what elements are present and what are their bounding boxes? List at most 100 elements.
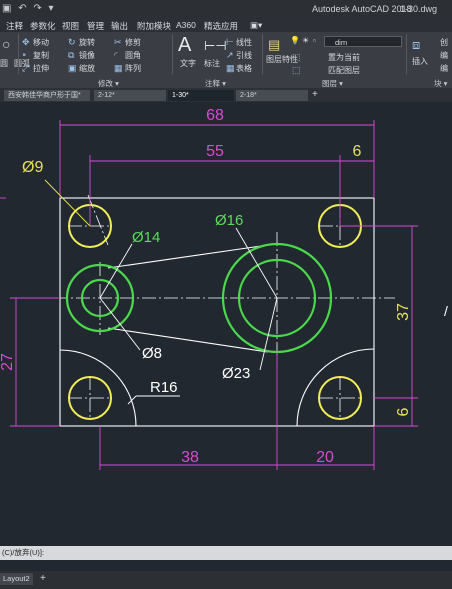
file-tab[interactable]: 2-12* [94,90,166,101]
leader-phi16 [235,227,278,299]
dim-text-37: 37 [395,303,412,321]
dim-text-6-top: 6 [353,143,362,160]
file-tab[interactable]: 2-18* [236,90,308,101]
add-layout-button[interactable]: + [40,573,46,584]
layout-tab-label: Layout2 [3,574,30,583]
move-button[interactable]: 移动 [33,37,49,48]
dim-text-6-right: 6 [395,407,412,416]
dim-text-20: 20 [316,449,334,466]
divider [172,34,173,74]
table-icon[interactable]: ▦ [226,63,235,74]
linear-icon[interactable]: ⊢ [226,37,234,48]
insert-block-label[interactable]: 插入 [412,56,428,67]
lightbulb-icon[interactable]: 💡 [290,36,300,45]
stretch-button[interactable]: 拉伸 [33,63,49,74]
ribbon-tabs: 注释 参数化 视图 管理 输出 附加模块 A360 精选应用 ▣▾ [0,18,452,32]
menu-item-parametric[interactable]: 参数化 [30,20,56,32]
leader-r16-tail [127,395,137,405]
leader-icon[interactable]: ↗ [226,50,234,61]
file-tab-label: 2-12* [98,92,115,99]
linear-button[interactable]: 线性 [236,37,252,48]
copy-button[interactable]: 复制 [33,50,49,61]
layer-dropdown[interactable]: dim [324,36,402,47]
file-tabs-bar: 西安韩佳华商户形于国* 2-12* 1-30* 2-18* + [0,88,452,102]
create-block-button[interactable]: 创 [440,37,448,48]
menu-item-a360[interactable]: A360 [176,20,196,30]
file-tab-label: 西安韩佳华商户形于国* [8,92,81,99]
text-tool-icon[interactable]: A [178,34,191,57]
sun-icon[interactable]: ☀ [302,36,309,45]
trim-icon[interactable]: ✂ [114,37,122,48]
trim-button[interactable]: 修剪 [125,37,141,48]
label-phi16: Ø16 [215,212,243,229]
leader-phi8 [99,297,141,351]
menu-item-featured-apps[interactable]: 精选应用 [204,20,238,32]
dim-text-38: 38 [181,449,199,466]
circle-tool-icon[interactable]: ○ [2,36,10,52]
divider [406,34,407,74]
layout-tabs-bar: Layout2 + [0,571,452,589]
dimension-tool-icon[interactable]: ⊢⊣ [204,38,227,54]
menu-item-annotate[interactable]: 注释 [6,20,23,32]
text-tool-label[interactable]: 文字 [180,58,196,69]
edit-block-button[interactable]: 编 [440,50,448,61]
table-button[interactable]: 表格 [236,63,252,74]
dimension-lines [0,120,418,470]
dim-text-68: 68 [206,107,224,124]
copy-icon[interactable]: ⁍ [22,50,27,61]
drawing-canvas[interactable]: 68 55 6 37 6 27 38 20 Ø9 Ø14 Ø16 Ø8 Ø23 … [0,102,452,540]
label-phi23: Ø23 [222,365,250,382]
divider [18,34,19,74]
mirror-icon[interactable]: ⧉ [68,50,74,61]
title-bar: ▣ ↶ ↷ ▾ Autodesk AutoCAD 2018 1-30.dwg [0,0,452,18]
label-r16: R16 [150,379,178,396]
dim-text-27: 27 [0,353,16,371]
file-name: 1-30.dwg [400,4,438,14]
fillet-button[interactable]: 圆角 [125,50,141,61]
app-title: Autodesk AutoCAD 2018 [312,4,412,14]
lock-icon[interactable]: ▫ [313,36,316,45]
layer-properties-icon[interactable]: ▤ [268,37,280,53]
fillet-icon[interactable]: ◜ [114,50,118,61]
new-tab-button[interactable]: + [312,89,318,100]
edit-attr-button[interactable]: 编 [440,63,448,74]
leader-button[interactable]: 引线 [236,50,252,61]
file-tab-label: 1-30* [172,92,189,99]
scale-icon[interactable]: ▣ [68,63,77,74]
file-tab-active[interactable]: 1-30* [168,90,234,101]
file-tab[interactable]: 西安韩佳华商户形于国* [4,90,90,101]
move-icon[interactable]: ✥ [22,37,30,48]
rotate-icon[interactable]: ↻ [68,37,76,48]
rotate-button[interactable]: 旋转 [79,37,95,48]
circle-tool-label[interactable]: 圆 [0,58,8,69]
corner-arc-right [296,348,375,427]
command-line[interactable]: (C)/放弃(U)]: [0,546,452,560]
stretch-icon[interactable]: ⤢ [22,63,29,74]
quick-access-toolbar[interactable]: ▣ ↶ ↷ ▾ [2,3,56,14]
menu-item-view[interactable]: 视图 [62,20,79,32]
insert-block-icon[interactable]: ⧈ [412,37,420,53]
divider [262,34,263,74]
command-prompt: (C)/放弃(U)]: [2,548,45,557]
layer-tool-icon[interactable]: ⬚ [292,52,301,63]
array-icon[interactable]: ▦ [114,63,123,74]
menu-item-extra[interactable]: ▣▾ [250,20,262,31]
set-current-button[interactable]: 置为当前 [328,52,360,63]
leader-phi9 [44,179,91,227]
label-phi14: Ø14 [132,229,160,246]
layout-tab[interactable]: Layout2 [0,573,33,585]
part-outline [59,197,375,427]
ribbon: ○ 圆 圆弧 ✥ 移动 ↻ 旋转 ✂ 修剪 ⁍ 复制 ⧉ 镜像 ◜ 圆角 ⤢ 拉… [0,32,452,88]
menu-item-output[interactable]: 输出 [111,20,128,32]
label-phi9: Ø9 [22,159,43,176]
scale-button[interactable]: 缩放 [79,63,95,74]
dimension-tool-label[interactable]: 标注 [204,58,220,69]
menu-item-manage[interactable]: 管理 [87,20,104,32]
layer-tool-icon-2[interactable]: ⬚ [292,65,301,76]
array-button[interactable]: 阵列 [125,63,141,74]
mirror-button[interactable]: 镜像 [79,50,95,61]
match-layer-button[interactable]: 匹配图层 [328,65,360,76]
menu-item-addins[interactable]: 附加模块 [137,20,171,32]
dim-text-55: 55 [206,143,224,160]
drawing: 68 55 6 37 6 27 38 20 Ø9 Ø14 Ø16 Ø8 Ø23 … [0,107,448,470]
